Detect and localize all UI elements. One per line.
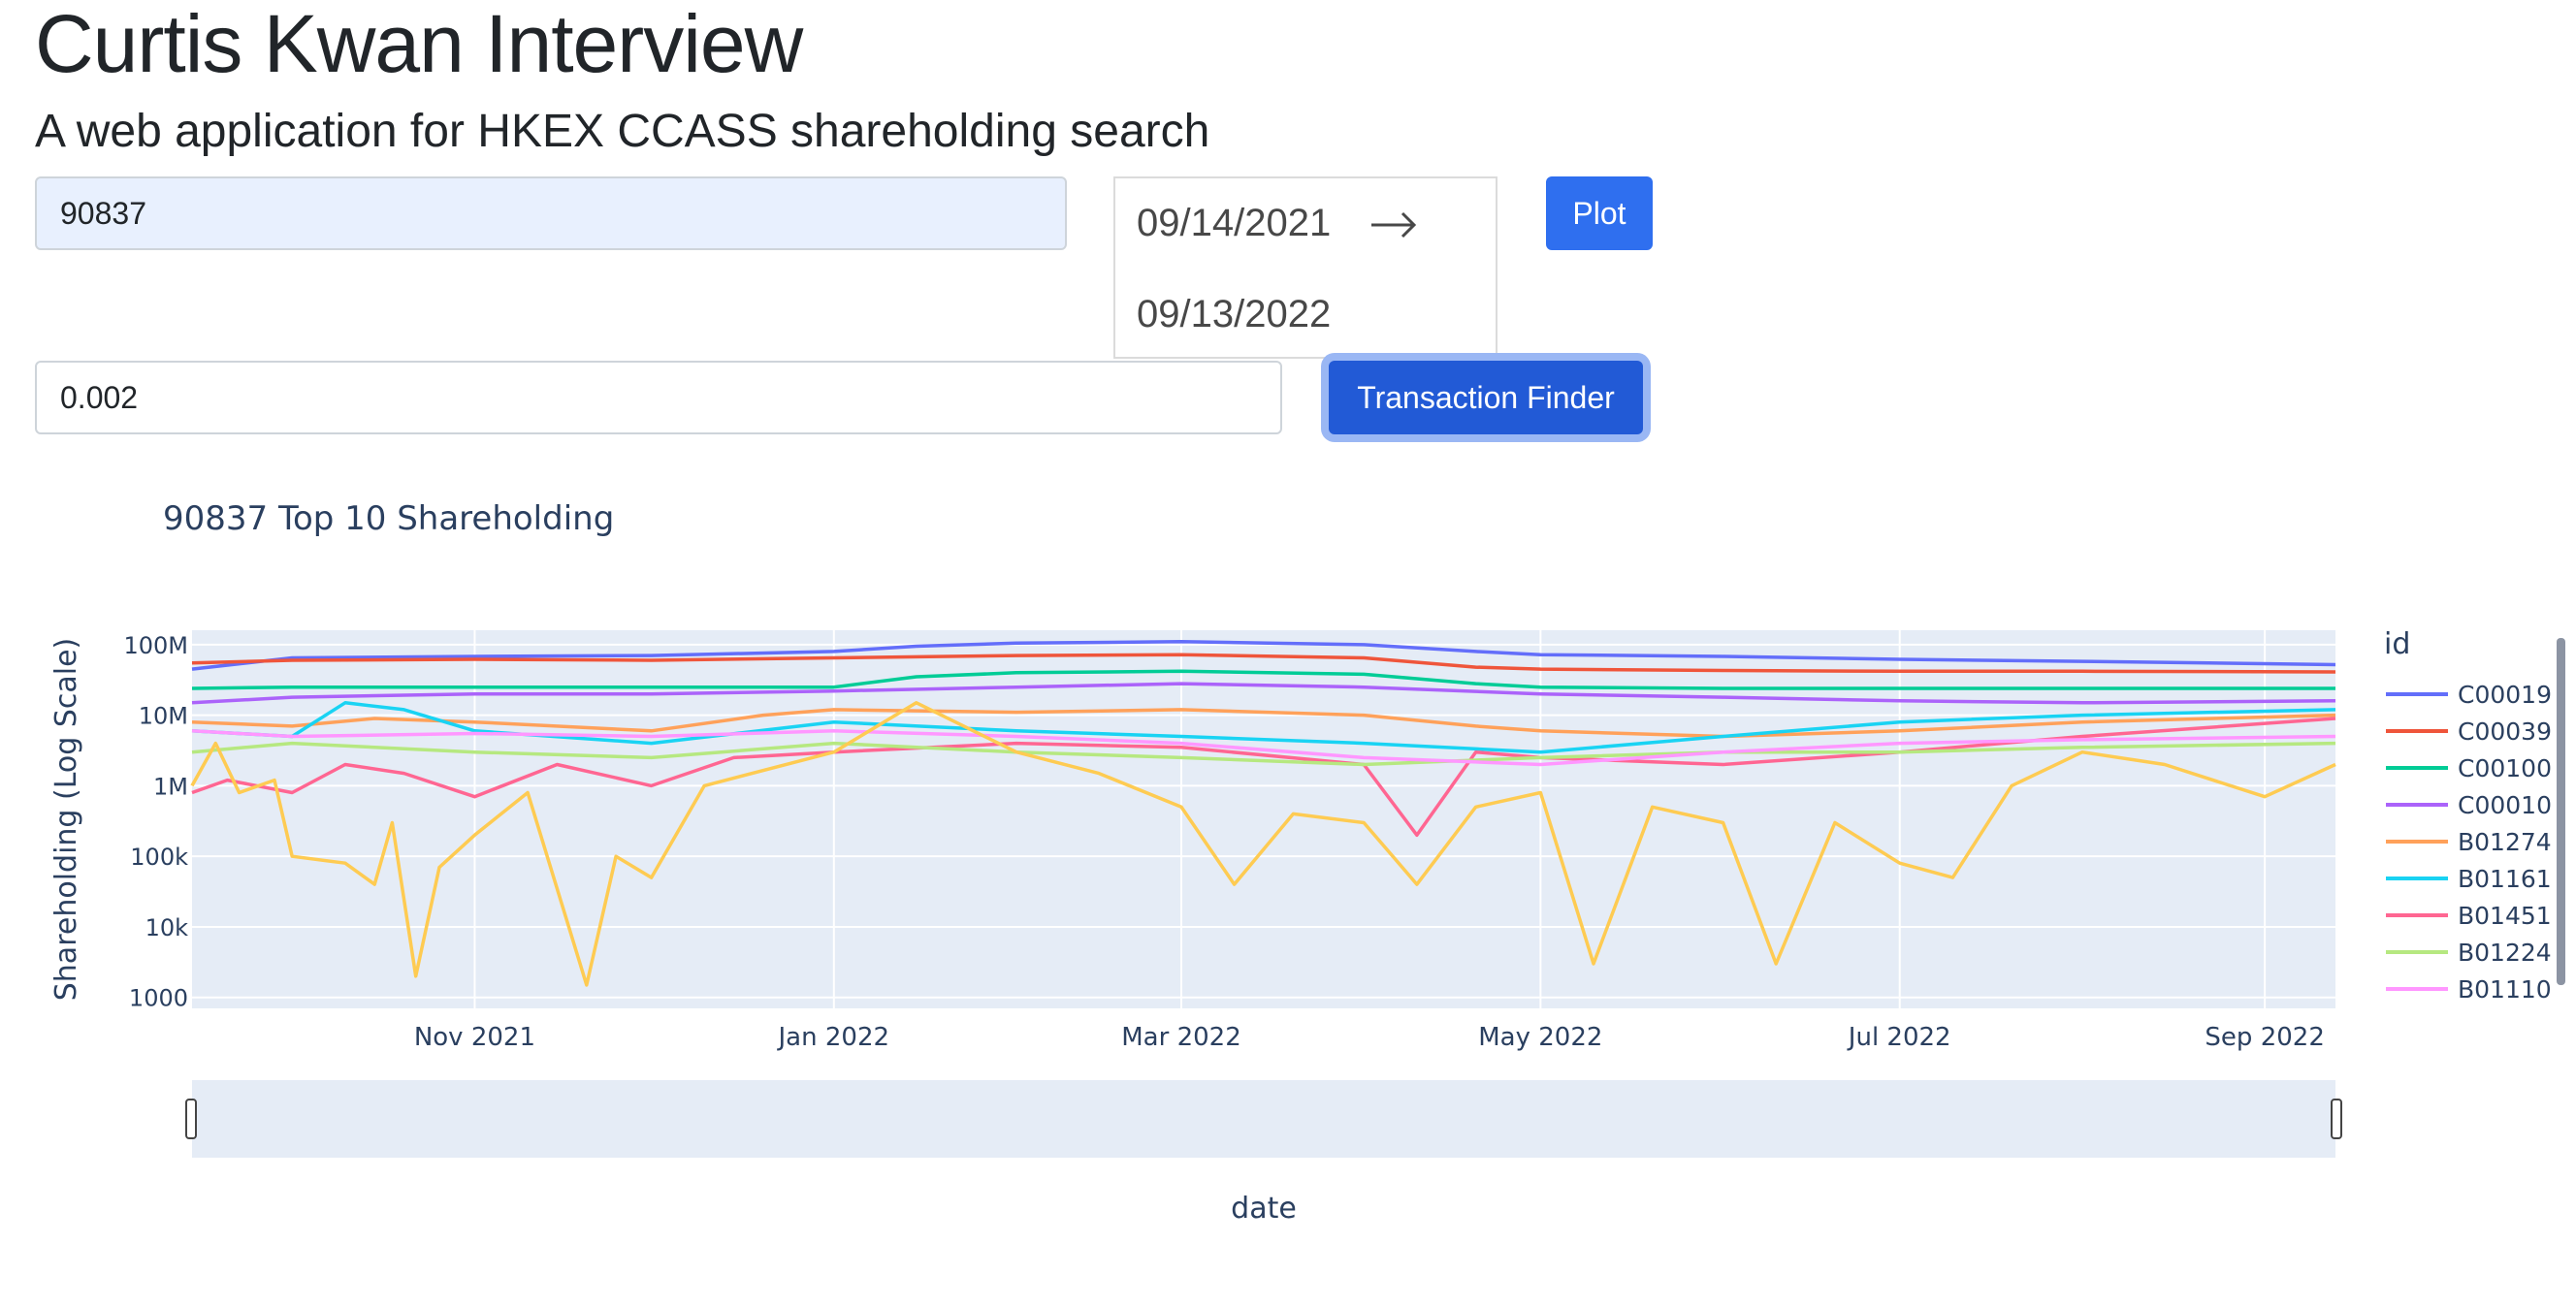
- threshold-input[interactable]: [35, 361, 1282, 434]
- shareholding-chart[interactable]: 90837 Top 10 Shareholding 100M10M1M100k1…: [0, 475, 2576, 1299]
- legend-item[interactable]: C00019: [2386, 681, 2552, 709]
- legend-item[interactable]: B01110: [2386, 975, 2552, 1004]
- chart-title: 90837 Top 10 Shareholding: [163, 499, 614, 538]
- legend-label: C00100: [2458, 754, 2552, 782]
- legend-label: B01161: [2458, 865, 2552, 893]
- right-arrow-icon: [1371, 211, 1417, 239]
- transaction-finder-button[interactable]: Transaction Finder: [1329, 361, 1643, 434]
- legend-label: C00019: [2458, 681, 2552, 709]
- plot-button[interactable]: Plot: [1546, 176, 1653, 250]
- legend-label: B01451: [2458, 902, 2552, 930]
- legend-label: B01274: [2458, 828, 2552, 856]
- x-tick-label: Jul 2022: [1847, 1023, 1951, 1052]
- legend-item[interactable]: C00039: [2386, 717, 2552, 746]
- range-slider-left-handle[interactable]: [185, 1099, 197, 1139]
- y-tick-label: 100M: [123, 632, 188, 659]
- y-axis-label: Shareholding (Log Scale): [49, 638, 83, 1002]
- y-tick-label: 100k: [130, 844, 188, 871]
- legend-item[interactable]: C00010: [2386, 791, 2552, 819]
- legend-item[interactable]: B01274: [2386, 828, 2552, 856]
- legend-item[interactable]: B01224: [2386, 939, 2552, 967]
- x-tick-label: Sep 2022: [2205, 1023, 2324, 1052]
- y-tick-label: 1M: [153, 773, 188, 800]
- legend-label: B01224: [2458, 939, 2552, 967]
- x-tick-label: May 2022: [1478, 1023, 1602, 1052]
- legend-label: C00010: [2458, 791, 2552, 819]
- legend-label: B01110: [2458, 975, 2552, 1004]
- legend-item[interactable]: C00100: [2386, 754, 2552, 782]
- legend-title: id: [2384, 627, 2410, 661]
- x-tick-label: Mar 2022: [1121, 1023, 1241, 1052]
- end-date-input[interactable]: 09/13/2022: [1137, 293, 1331, 336]
- legend-label: C00039: [2458, 717, 2552, 746]
- page-title: Curtis Kwan Interview: [35, 0, 803, 89]
- x-axis-ticks: Nov 2021 Jan 2022 Mar 2022 May 2022 Jul 2022…: [414, 1023, 2325, 1052]
- y-tick-label: 10M: [139, 703, 188, 730]
- x-tick-label: Nov 2021: [414, 1023, 535, 1052]
- y-tick-label: 10k: [145, 914, 189, 941]
- date-range-picker[interactable]: 09/14/2021 09/13/2022: [1113, 176, 1497, 359]
- y-axis-ticks: 100M 10M 1M 100k 10k 1000: [123, 632, 188, 1012]
- range-slider-right-handle[interactable]: [2331, 1099, 2342, 1139]
- range-slider[interactable]: [192, 1080, 2335, 1158]
- start-date-input[interactable]: 09/14/2021: [1137, 202, 1331, 245]
- stock-code-input[interactable]: [35, 176, 1067, 250]
- x-tick-label: Jan 2022: [777, 1023, 890, 1052]
- legend[interactable]: C00019 C00039 C00100 C00010 B01274 B01161 B014…: [2386, 681, 2552, 1004]
- legend-scrollbar[interactable]: [2557, 638, 2565, 985]
- legend-item[interactable]: B01161: [2386, 865, 2552, 893]
- page-subtitle: A web application for HKEX CCASS shareho…: [35, 106, 1210, 157]
- x-axis-label: date: [1231, 1192, 1297, 1226]
- y-tick-label: 1000: [129, 985, 188, 1012]
- legend-item[interactable]: B01451: [2386, 902, 2552, 930]
